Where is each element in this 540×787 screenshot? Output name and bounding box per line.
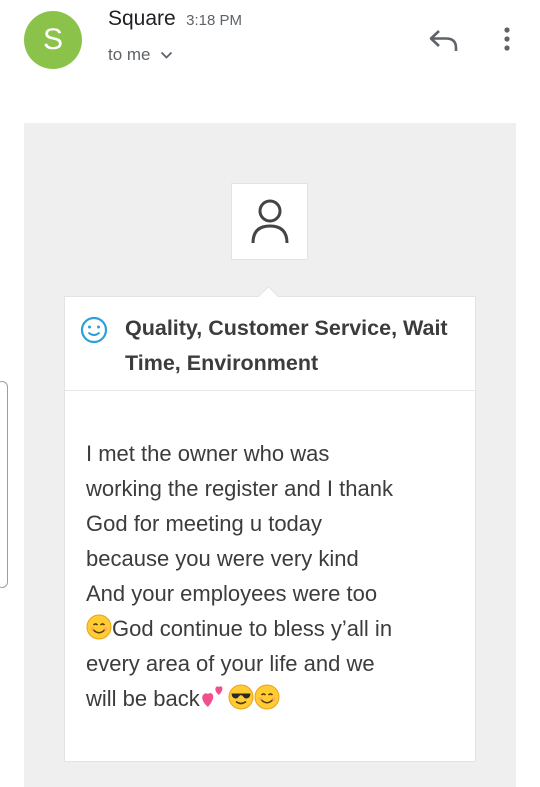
person-icon	[251, 199, 289, 244]
reply-icon	[429, 30, 458, 51]
review-line-with-emoji: will be back	[86, 681, 466, 716]
review-header: Quality, Customer Service, Wait Time, En…	[65, 297, 475, 391]
email-time: 3:18 PM	[186, 12, 243, 29]
review-line: every area of your life and we	[86, 651, 375, 676]
two-hearts-emoji-icon	[202, 686, 223, 707]
side-scroll-handle[interactable]	[0, 381, 8, 588]
smiling-emoji-icon	[86, 614, 112, 640]
sunglasses-emoji-icon	[228, 684, 254, 710]
email-body: Quality, Customer Service, Wait Time, En…	[24, 123, 516, 787]
review-line: because you were very kind	[86, 546, 359, 571]
customer-avatar-card	[231, 183, 308, 260]
review-line-text: will be back	[86, 686, 200, 711]
recipient-label: to me	[108, 45, 151, 64]
smiley-icon	[80, 316, 108, 344]
chevron-down-icon	[161, 51, 173, 59]
review-line-text: God continue to bless y’all in	[112, 616, 393, 641]
review-line: God for meeting u today	[86, 511, 323, 536]
reply-button[interactable]	[426, 24, 462, 56]
more-options-button[interactable]	[496, 22, 518, 58]
review-card: Quality, Customer Service, Wait Time, En…	[64, 285, 476, 762]
recipient-toggle[interactable]: to me	[108, 45, 173, 65]
smiling-emoji-icon	[254, 684, 280, 710]
review-tags: Quality, Customer Service, Wait Time, En…	[125, 316, 448, 375]
review-line: working the register and I thank	[86, 476, 393, 501]
review-line-with-emoji: God continue to bless y’all in	[86, 611, 466, 646]
review-line: And your employees were too	[86, 581, 378, 606]
review-text: I met the owner who was working the regi…	[86, 436, 466, 716]
review-line: I met the owner who was	[86, 441, 330, 466]
more-vert-icon	[504, 27, 510, 51]
sender-name: Square	[108, 7, 176, 30]
sender-info: Square 3:18 PM	[108, 7, 242, 31]
sender-avatar[interactable]: S	[24, 11, 82, 69]
